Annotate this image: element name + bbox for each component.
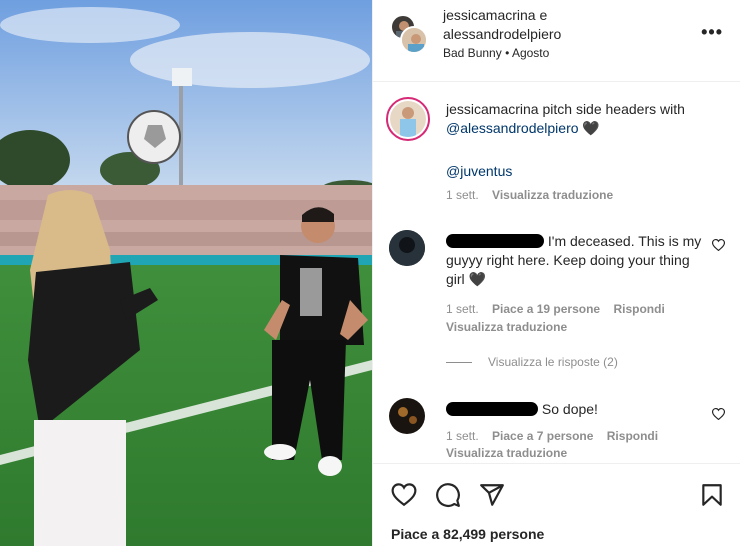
comment-body: So dope! — [541, 401, 598, 417]
location-link[interactable]: Agosto — [512, 46, 549, 60]
avatar-image — [402, 28, 426, 52]
caption-body: pitch side headers with — [542, 101, 685, 117]
avatar-image — [389, 230, 425, 266]
avatar[interactable] — [386, 97, 430, 141]
comment-meta: 1 sett. Piace a 7 persone Rispondi — [446, 429, 658, 443]
author-line-1[interactable]: jessicamacrina e — [443, 6, 663, 25]
avatar[interactable] — [389, 230, 425, 266]
reply-button[interactable]: Rispondi — [613, 302, 664, 316]
collab-avatars[interactable] — [390, 14, 430, 54]
video-frame — [0, 0, 372, 546]
translate-link[interactable]: Visualizza traduzione — [492, 188, 613, 202]
post-actions: Piace a 82,499 persone — [373, 463, 740, 546]
heart-icon[interactable] — [391, 482, 417, 508]
more-options-button[interactable]: ••• — [701, 22, 723, 43]
like-comment-heart-icon[interactable] — [712, 408, 725, 420]
share-icon[interactable] — [479, 482, 505, 508]
comment-likes-link[interactable]: Piace a 7 persone — [492, 429, 593, 443]
comment-time: 1 sett. — [446, 429, 479, 443]
view-replies-label[interactable]: Visualizza le risposte (2) — [488, 355, 618, 369]
mention-link[interactable]: @alessandrodelpiero — [446, 120, 579, 136]
view-replies-button[interactable]: Visualizza le risposte (2) — [446, 355, 618, 369]
subtitle-separator: • — [505, 46, 510, 60]
emoji: 🖤 — [468, 271, 486, 287]
caption-username[interactable]: jessicamacrina — [446, 101, 539, 117]
caption-meta: 1 sett. Visualizza traduzione — [446, 188, 613, 202]
comment-icon[interactable] — [435, 482, 461, 508]
comment-time: 1 sett. — [446, 302, 479, 316]
replies-divider — [446, 362, 472, 364]
translate-link[interactable]: Visualizza traduzione — [446, 320, 567, 334]
post-media[interactable] — [0, 0, 372, 546]
comments-section: jessicamacrina pitch side headers with @… — [373, 83, 740, 463]
avatar-image — [390, 101, 426, 137]
redacted-username — [446, 234, 544, 248]
caption-time: 1 sett. — [446, 188, 479, 202]
like-comment-heart-icon[interactable] — [712, 239, 725, 251]
music-link[interactable]: Bad Bunny — [443, 46, 502, 60]
avatar[interactable] — [389, 398, 425, 434]
likes-count[interactable]: Piace a 82,499 persone — [391, 526, 544, 542]
emoji: 🖤 — [582, 120, 600, 136]
avatar-image — [389, 398, 425, 434]
juventus-mention[interactable]: @juventus — [446, 162, 706, 181]
post-subtitle: Bad Bunny • Agosto — [443, 46, 549, 60]
avatar[interactable] — [400, 26, 428, 54]
post-details-panel: jessicamacrina e alessandrodelpiero Bad … — [372, 0, 740, 546]
translate-link[interactable]: Visualizza traduzione — [446, 446, 567, 460]
caption-text: jessicamacrina pitch side headers with @… — [446, 100, 706, 138]
reply-button[interactable]: Rispondi — [607, 429, 658, 443]
post-header: jessicamacrina e alessandrodelpiero Bad … — [373, 0, 740, 82]
bookmark-icon[interactable] — [699, 482, 725, 508]
post-authors[interactable]: jessicamacrina e alessandrodelpiero — [443, 6, 663, 44]
redacted-username — [446, 402, 538, 416]
comment-text: I'm deceased. This is my guyyy right her… — [446, 232, 706, 289]
comment-likes-link[interactable]: Piace a 19 persone — [492, 302, 600, 316]
author-line-2[interactable]: alessandrodelpiero — [443, 25, 663, 44]
comment-meta: 1 sett. Piace a 19 persone Rispondi — [446, 302, 665, 316]
comment-text: So dope! — [446, 400, 706, 419]
